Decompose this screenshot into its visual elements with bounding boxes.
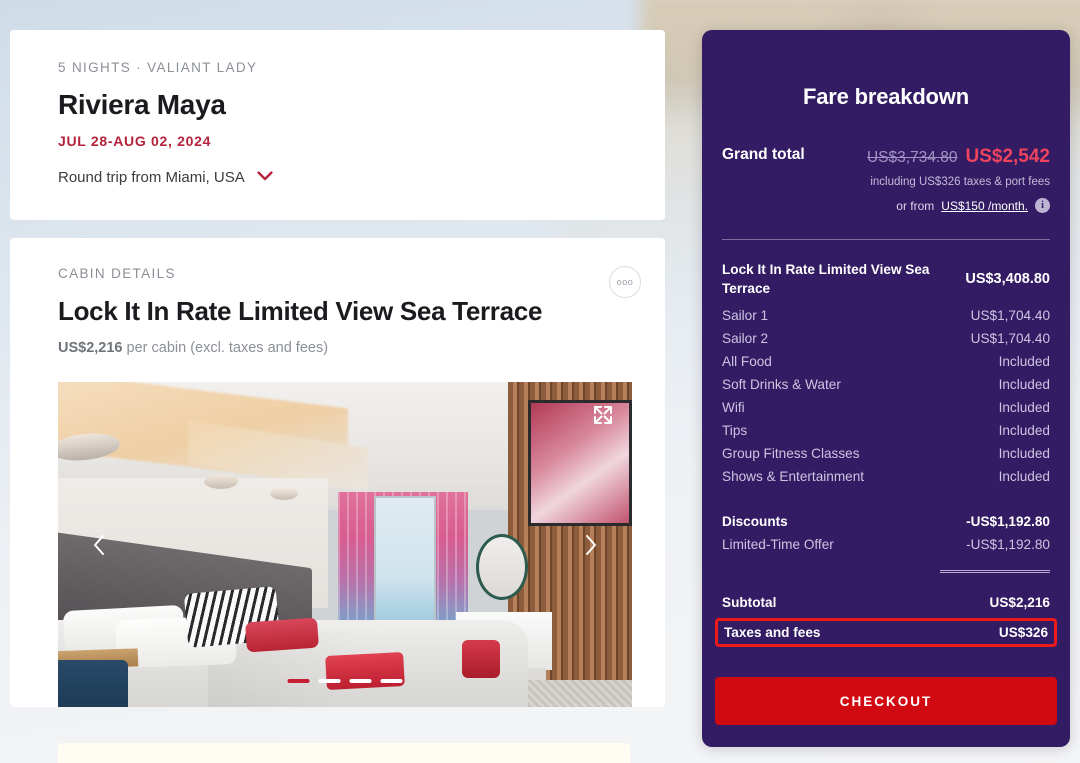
fare-line-item-label: Group Fitness Classes: [722, 445, 860, 461]
grand-total-original-price: US$3,734.80: [866, 149, 958, 166]
grand-total-current-price: US$2,542: [965, 146, 1050, 167]
fare-line-item: Group Fitness Classes Included: [722, 446, 1050, 461]
fare-line-item: Limited-Time Offer -US$1,192.80: [722, 537, 1050, 552]
fare-line-item: Discounts -US$1,192.80: [722, 514, 1050, 529]
fare-line-item: All Food Included: [722, 354, 1050, 369]
voyage-eyebrow: 5 NIGHTS · VALIANT LADY: [58, 60, 258, 75]
more-options-button[interactable]: ooo: [609, 266, 641, 298]
fare-total-row: Subtotal US$2,216: [722, 595, 1050, 610]
carousel-indicator-dot[interactable]: [318, 679, 341, 683]
fare-line-item-value: -US$1,192.80: [966, 536, 1050, 552]
grand-total-price-line: US$3,734.80 US$2,542: [867, 146, 1050, 168]
more-options-icon: ooo: [616, 276, 634, 287]
fare-line-item: Sailor 1 US$1,704.40: [722, 308, 1050, 323]
fare-line-item: Shows & Entertainment Included: [722, 469, 1050, 484]
fare-line-item-value: Included: [998, 353, 1050, 369]
chevron-down-icon[interactable]: [257, 168, 273, 186]
cabin-price-suffix: per cabin (excl. taxes and fees): [122, 340, 329, 356]
grand-total-note: including US$326 taxes & port fees: [870, 176, 1050, 188]
fare-line-item-label: Sailor 1: [722, 307, 769, 323]
fare-line-item-value: US$1,704.40: [970, 330, 1050, 346]
cabin-price: US$2,216: [58, 340, 123, 356]
taxes-and-fees-value: US$326: [998, 624, 1048, 640]
fare-line-item-value: Included: [998, 468, 1050, 484]
taxes-and-fees-label: Taxes and fees: [724, 624, 821, 640]
fare-breakdown-panel: Fare breakdown Grand total US$3,734.80 U…: [702, 30, 1070, 747]
grand-total-label: Grand total: [722, 146, 805, 163]
fare-discounts: Discounts -US$1,192.80 Limited-Time Offer -…: [722, 514, 1050, 552]
fare-line-item-value: Included: [998, 399, 1050, 415]
grand-total-row: Grand total US$3,734.80 US$2,542 includi…: [722, 146, 1050, 213]
carousel-indicators[interactable]: [287, 679, 403, 683]
fare-line-item-value: Included: [998, 445, 1050, 461]
fare-line-item-label: Limited-Time Offer: [722, 536, 834, 552]
fare-line-item: Wifi Included: [722, 400, 1050, 415]
totals-rule: [940, 569, 1050, 573]
grand-total-values: US$3,734.80 US$2,542 including US$326 ta…: [867, 146, 1050, 213]
fare-line-item: Lock It In Rate Limited View Sea Terrace…: [722, 260, 1050, 299]
fare-line-item-value: US$3,408.80: [965, 271, 1050, 288]
promo-strip: [58, 743, 630, 763]
fare-line-item: Tips Included: [722, 423, 1050, 438]
fare-line-item-label: Soft Drinks & Water: [722, 376, 841, 392]
voyage-summary-card: 5 NIGHTS · VALIANT LADY Riviera Maya JUL…: [10, 30, 665, 220]
fare-line-item-value: Included: [998, 376, 1050, 392]
cabin-header: CABIN DETAILS Lock It In Rate Limited Vi…: [10, 266, 665, 356]
fare-line-item: Soft Drinks & Water Included: [722, 377, 1050, 392]
voyage-dates: JUL 28-AUG 02, 2024: [58, 133, 212, 149]
fare-line-item-value: Included: [998, 422, 1050, 438]
carousel-indicator-dot[interactable]: [349, 679, 372, 683]
fare-line-item-value: -US$1,192.80: [966, 513, 1050, 529]
monthly-prefix: or from: [896, 198, 935, 213]
carousel-next-button[interactable]: [574, 528, 608, 562]
fare-line-item-label: Discounts: [722, 513, 788, 529]
roundtrip-label: Round trip from Miami, USA: [58, 168, 245, 186]
carousel-indicator-dot[interactable]: [287, 679, 310, 683]
checkout-button[interactable]: CHECKOUT: [715, 677, 1057, 725]
fare-line-item-label: All Food: [722, 353, 772, 369]
cabin-eyebrow: CABIN DETAILS: [58, 266, 176, 281]
cabin-image-carousel[interactable]: [58, 382, 632, 707]
page-title: Riviera Maya: [58, 89, 226, 120]
fare-breakdown-title: Fare breakdown: [803, 84, 969, 109]
monthly-financing-row: or from US$150 /month. i: [867, 198, 1050, 213]
fare-line-item-label: Lock It In Rate Limited View Sea Terrace: [722, 262, 930, 297]
fare-line-items: Lock It In Rate Limited View Sea Terrace…: [722, 260, 1050, 484]
taxes-and-fees-row: Taxes and fees US$326: [715, 617, 1057, 647]
fare-line-item-label: Sailor 2: [722, 330, 769, 346]
fare-total-value: US$2,216: [989, 594, 1050, 610]
fare-line-item-label: Tips: [722, 422, 748, 438]
carousel-prev-button[interactable]: [82, 528, 116, 562]
expand-icon[interactable]: [592, 404, 614, 426]
roundtrip-dropdown[interactable]: Round trip from Miami, USA: [58, 168, 665, 186]
fare-line-item-label: Shows & Entertainment: [722, 468, 865, 484]
info-icon[interactable]: i: [1035, 198, 1050, 213]
fare-line-item: Sailor 2 US$1,704.40: [722, 331, 1050, 346]
fare-line-item-value: US$1,704.40: [970, 307, 1050, 323]
cabin-title: Lock It In Rate Limited View Sea Terrace: [58, 296, 543, 326]
fare-totals: Subtotal US$2,216: [722, 595, 1050, 610]
carousel-indicator-dot[interactable]: [380, 679, 403, 683]
cabin-photo: [58, 382, 632, 707]
cabin-price-line: US$2,216 per cabin (excl. taxes and fees…: [58, 340, 637, 356]
monthly-amount-link[interactable]: US$150 /month.: [941, 199, 1028, 213]
fare-line-item-label: Wifi: [722, 399, 745, 415]
fare-divider: [722, 239, 1050, 240]
cabin-details-card: CABIN DETAILS Lock It In Rate Limited Vi…: [10, 238, 665, 707]
fare-total-label: Subtotal: [722, 594, 777, 610]
left-column: 5 NIGHTS · VALIANT LADY Riviera Maya JUL…: [10, 0, 665, 707]
